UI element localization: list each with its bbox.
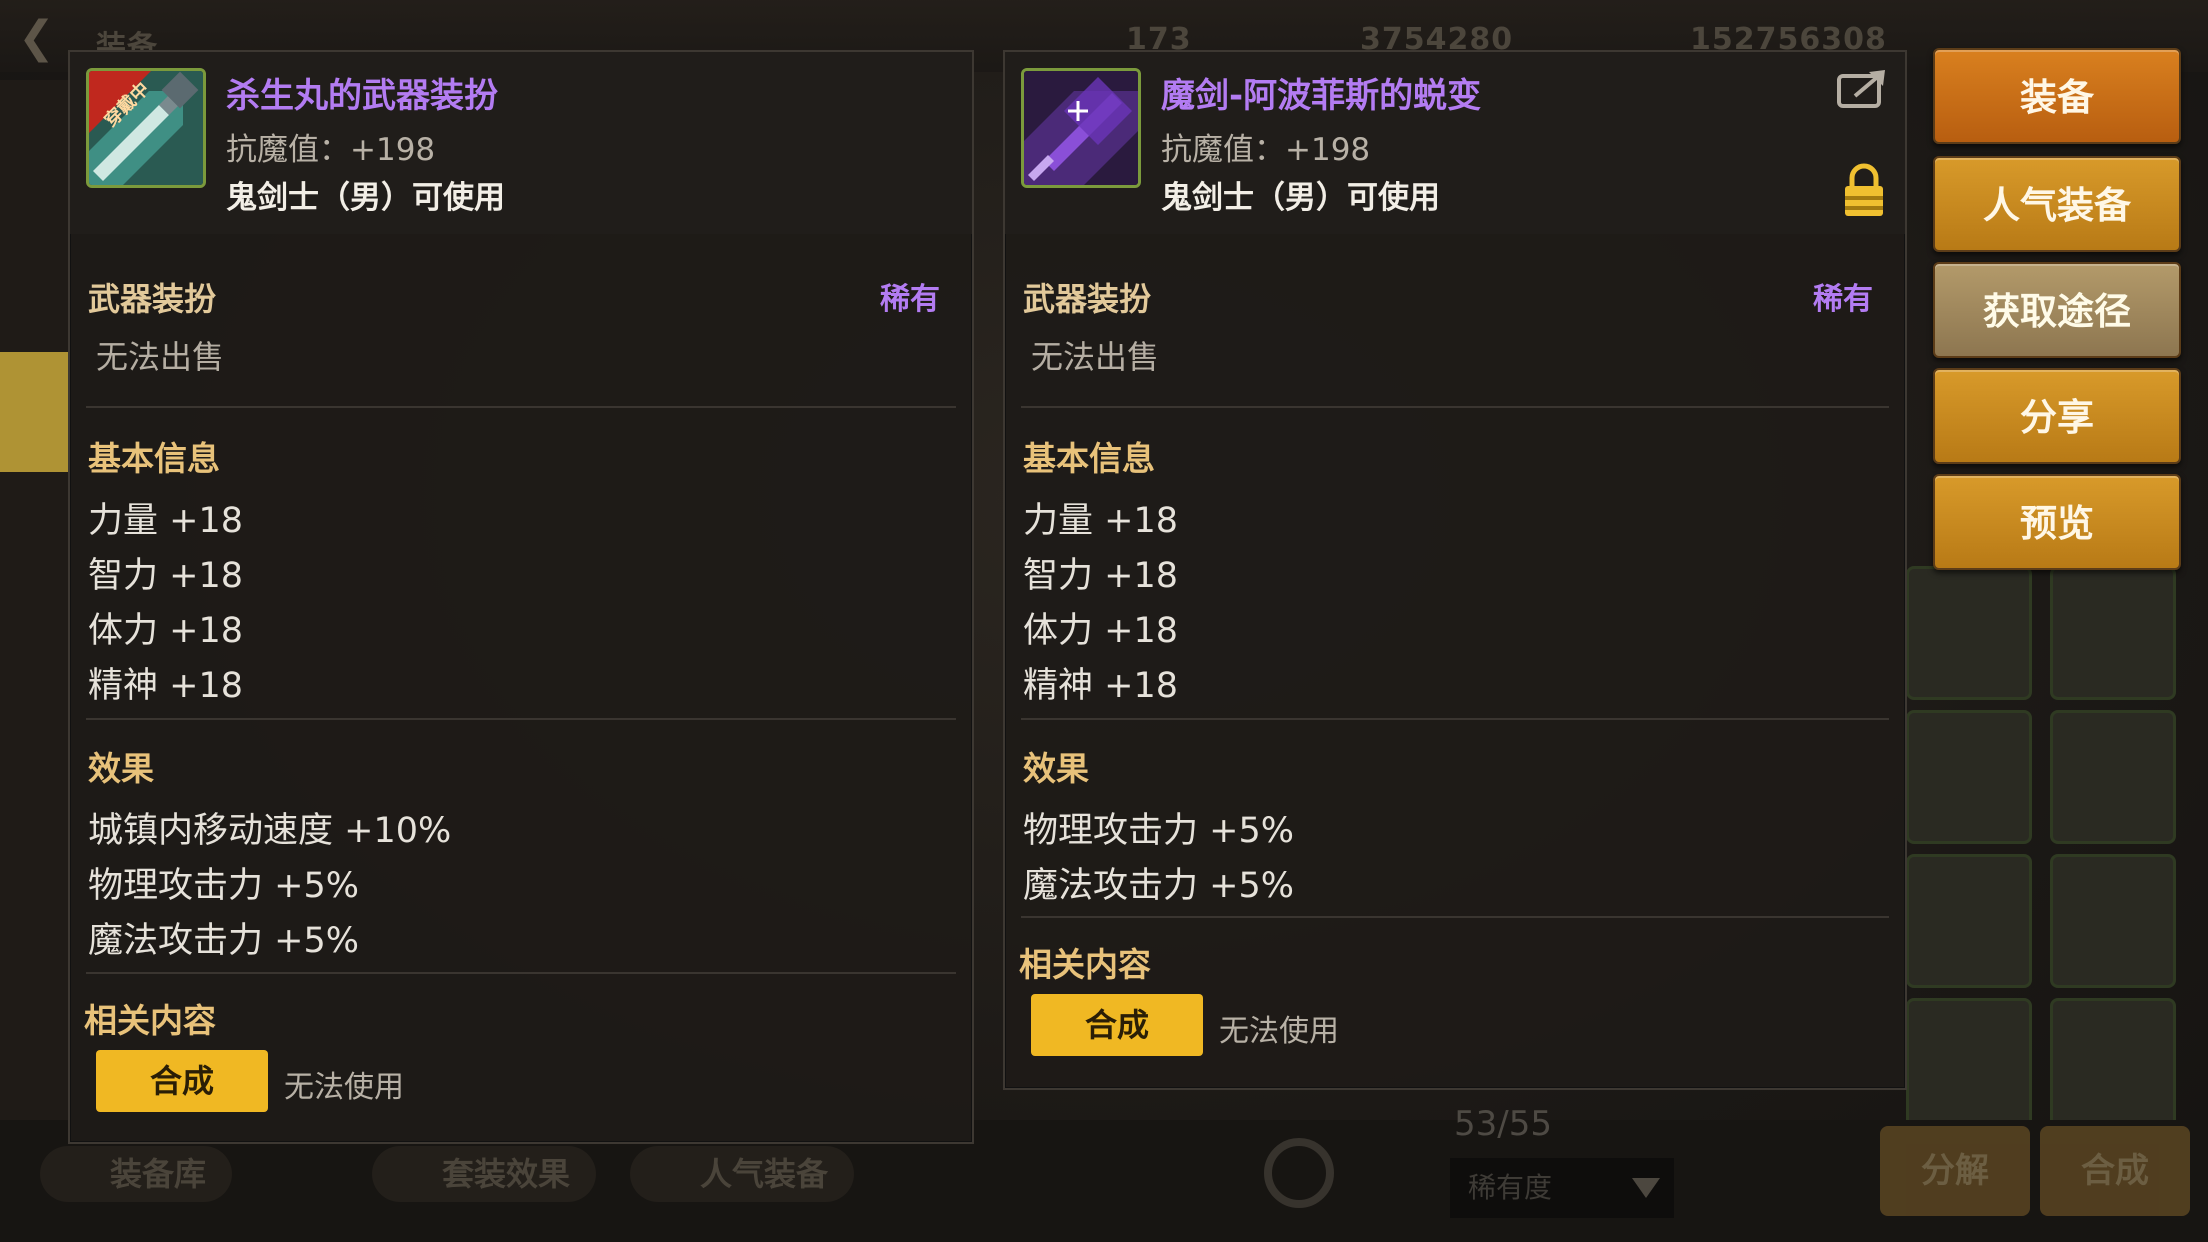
sell-status: 无法出售 [96, 338, 225, 376]
acquisition-route-button[interactable]: 获取途径 [1933, 262, 2181, 358]
rarity-filter-label: 稀有度 [1468, 1171, 1553, 1204]
inventory-slot[interactable] [1906, 998, 2032, 1132]
item-rarity: 稀有 [880, 282, 940, 317]
divider [1021, 718, 1889, 720]
synthesize-button[interactable]: 合成 [1031, 994, 1203, 1056]
effect-title: 效果 [1023, 749, 1089, 788]
item-resist: 抗魔值：+198 [1161, 132, 1371, 168]
item-category: 武器装扮 [1023, 280, 1152, 318]
related-content-title: 相关内容 [1019, 945, 1151, 984]
synthesize-note: 无法使用 [1219, 1014, 1339, 1049]
inventory-slot[interactable] [2050, 854, 2176, 988]
basic-info-title: 基本信息 [1023, 439, 1155, 478]
settings-gear-icon[interactable] [1264, 1138, 1334, 1208]
inventory-slot[interactable] [2050, 710, 2176, 844]
item-category: 武器装扮 [88, 280, 217, 318]
item-name: 魔剑-阿波菲斯的蜕变 [1161, 76, 1482, 116]
stat-line: 精神 +18 [88, 666, 243, 706]
effect-line: 物理攻击力 +5% [88, 866, 359, 906]
item-class-requirement: 鬼剑士（男）可使用 [1161, 180, 1440, 216]
tab-equipment-library[interactable]: 装备库 [40, 1146, 233, 1202]
share-external-icon[interactable] [1837, 68, 1887, 110]
item-icon-box [1021, 68, 1141, 188]
sword-icon: 穿戴中 [89, 71, 203, 185]
divider [86, 406, 956, 408]
stat-line: 力量 +18 [88, 501, 243, 541]
lock-icon[interactable] [1843, 162, 1885, 218]
demon-sword-icon [1024, 71, 1138, 185]
basic-info-title: 基本信息 [88, 439, 220, 478]
item-rarity: 稀有 [1813, 282, 1873, 317]
effect-line: 物理攻击力 +5% [1023, 811, 1294, 851]
chevron-down-icon [1632, 1178, 1660, 1198]
divider [1021, 406, 1889, 408]
compare-item-panel: 魔剑-阿波菲斯的蜕变 抗魔值：+198 鬼剑士（男）可使用 武器装扮 稀有 无法… [1003, 50, 1907, 1090]
inventory-slot[interactable] [1906, 566, 2032, 700]
item-icon-box: 穿戴中 [86, 68, 206, 188]
stat-line: 智力 +18 [88, 556, 243, 596]
left-category-strip [0, 80, 70, 1180]
synthesize-bottom-button[interactable]: 合成 [2040, 1126, 2190, 1216]
stat-line: 体力 +18 [1023, 611, 1178, 651]
inventory-slot[interactable] [1906, 854, 2032, 988]
disassemble-button[interactable]: 分解 [1880, 1126, 2030, 1216]
item-class-requirement: 鬼剑士（男）可使用 [226, 180, 505, 216]
stat-line: 精神 +18 [1023, 666, 1178, 706]
stat-line: 力量 +18 [1023, 501, 1178, 541]
inventory-slot[interactable] [2050, 566, 2176, 700]
back-arrow-icon[interactable]: ❮ [18, 16, 58, 60]
item-resist: 抗魔值：+198 [226, 132, 436, 168]
related-content-title: 相关内容 [84, 1001, 216, 1040]
preview-button[interactable]: 预览 [1933, 474, 2181, 570]
divider [86, 972, 956, 974]
effect-line: 城镇内移动速度 +10% [88, 811, 452, 851]
synthesize-note: 无法使用 [284, 1070, 404, 1105]
effect-line: 魔法攻击力 +5% [88, 921, 359, 961]
divider [86, 718, 956, 720]
divider [1021, 916, 1889, 918]
tab-popular-equipment[interactable]: 人气装备 [630, 1146, 855, 1202]
sell-status: 无法出售 [1031, 338, 1160, 376]
popular-equipment-button[interactable]: 人气装备 [1933, 156, 2181, 252]
inventory-count: 53/55 [1454, 1104, 1552, 1144]
rarity-filter-dropdown[interactable]: 稀有度 [1450, 1158, 1674, 1218]
item-name: 杀生丸的武器装扮 [226, 76, 498, 116]
inventory-slot[interactable] [2050, 998, 2176, 1132]
stat-line: 体力 +18 [88, 611, 243, 651]
tab-set-effect[interactable]: 套装效果 [372, 1146, 597, 1202]
effect-title: 效果 [88, 749, 154, 788]
effect-line: 魔法攻击力 +5% [1023, 866, 1294, 906]
equip-button[interactable]: 装备 [1933, 48, 2181, 144]
stat-line: 智力 +18 [1023, 556, 1178, 596]
left-tab-active[interactable] [0, 352, 70, 472]
equipped-item-panel: 穿戴中 杀生丸的武器装扮 抗魔值：+198 鬼剑士（男）可使用 武器装扮 稀有 … [68, 50, 974, 1144]
inventory-slot[interactable] [1906, 710, 2032, 844]
share-button[interactable]: 分享 [1933, 368, 2181, 464]
synthesize-button[interactable]: 合成 [96, 1050, 268, 1112]
